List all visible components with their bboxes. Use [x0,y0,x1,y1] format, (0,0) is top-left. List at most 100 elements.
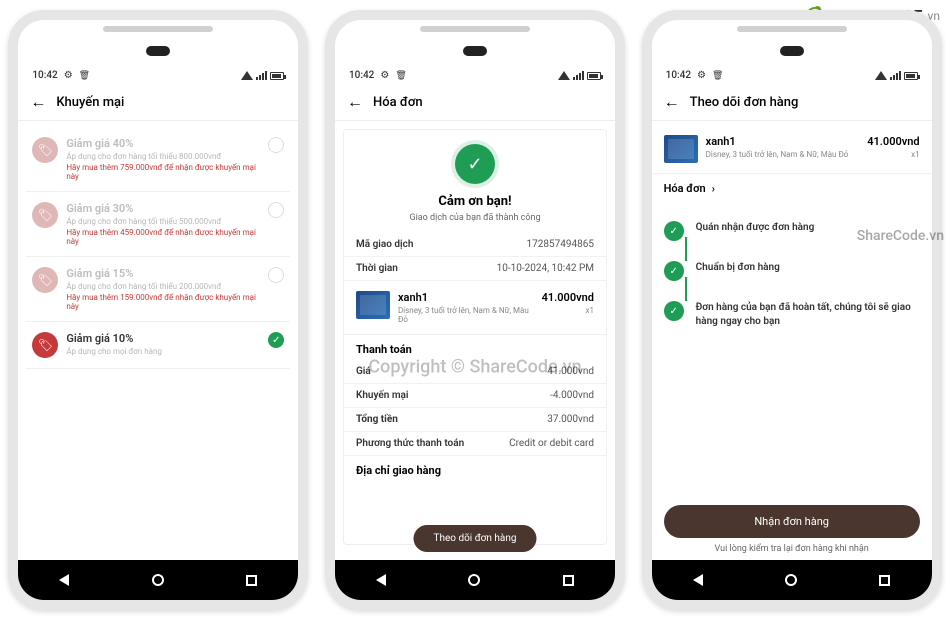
value: 10-10-2024, 10:42 PM [497,263,594,274]
product-thumbnail [356,291,390,319]
wifi-icon [875,71,887,80]
promo-item[interactable]: 🏷 Giảm giá 10% Áp dụng cho mọi đơn hàng … [26,322,290,369]
battery-icon [587,72,601,80]
nav-recent-button[interactable] [563,575,574,586]
phone-mockup-promotions: 10:42⚙🗑 ← Khuyến mại 🏷 Giảm giá 40% Áp d… [8,10,308,610]
nav-back-button[interactable] [693,574,703,586]
timeline-step: ✓ Đơn hàng của bạn đã hoàn tất, chúng tô… [664,291,920,339]
section-title: Địa chỉ giao hàng [344,456,606,481]
kv-row: Thời gian 10-10-2024, 10:42 PM [344,257,606,281]
settings-icon: ⚙ [64,70,73,81]
phone-mockup-tracking: 10:42 ⚙ 🗑 ← Theo dõi đơn hàng xanh1 Disney… [642,10,942,610]
receipt-card: ✓ Cảm ơn bạn! Giao dịch của bạn đã thành… [343,129,607,545]
android-nav-bar [652,560,932,600]
promo-subtitle: Áp dụng cho đơn hàng tối thiểu 200.000vn… [66,282,260,291]
promo-warning: Hãy mua thêm 159.000vnđ để nhận được khu… [66,293,260,311]
trash-icon: 🗑 [712,71,723,81]
product-row: xanh1 Disney, 3 tuổi trở lên, Nam & Nữ, … [652,125,932,174]
trash-icon: 🗑 [79,71,90,81]
nav-back-button[interactable] [376,574,386,586]
kv-row: Giá41.000vnd [344,360,606,384]
nav-home-button[interactable] [785,574,797,586]
promo-title: Giảm giá 10% [66,332,260,345]
signal-icon [890,71,901,80]
radio-unchecked-icon[interactable] [268,202,284,218]
product-qty: x1 [867,150,919,159]
product-desc: Disney, 3 tuổi trở lên, Nam & Nữ, Màu Đỏ [706,150,860,159]
chevron-right-icon: › [712,182,715,195]
tag-icon: 🏷 [32,332,58,358]
product-name: xanh1 [398,291,534,304]
label: Thời gian [356,263,398,274]
android-nav-bar [335,560,615,600]
step-done-icon: ✓ [664,301,684,321]
settings-icon: ⚙ [380,70,389,81]
wifi-icon [558,71,570,80]
radio-unchecked-icon[interactable] [268,137,284,153]
app-bar: ← Hóa đơn [335,84,615,121]
status-time: 10:42 [349,70,374,81]
battery-icon [270,72,284,80]
page-title: Hóa đơn [373,95,423,110]
promo-item[interactable]: 🏷 Giảm giá 30% Áp dụng cho đơn hàng tối … [26,192,290,257]
nav-home-button[interactable] [468,574,480,586]
radio-unchecked-icon[interactable] [268,267,284,283]
page-title: Theo dõi đơn hàng [690,95,799,110]
status-bar: 10:42 ⚙ 🗑 [652,66,932,85]
success-check-icon: ✓ [455,144,495,184]
receive-order-button[interactable]: Nhận đơn hàng [664,505,920,538]
trash-icon: 🗑 [395,71,406,81]
promo-subtitle: Áp dụng cho đơn hàng tối thiểu 500.000vn… [66,217,260,226]
promo-title: Giảm giá 40% [66,137,260,150]
order-timeline: ✓ Quán nhận được đơn hàng ✓ Chuẩn bị đơn… [652,207,932,351]
promo-item[interactable]: 🏷 Giảm giá 40% Áp dụng cho đơn hàng tối … [26,127,290,192]
receive-note: Vui lòng kiểm tra lại đơn hàng khi nhận [652,544,932,554]
product-qty: x1 [542,306,594,315]
app-bar: ← Khuyến mại [18,84,298,121]
promo-item[interactable]: 🏷 Giảm giá 15% Áp dụng cho đơn hàng tối … [26,257,290,322]
status-bar: 10:42⚙🗑 [18,66,298,85]
nav-back-button[interactable] [59,574,69,586]
back-icon[interactable]: ← [347,94,363,110]
step-done-icon: ✓ [664,221,684,241]
label: Mã giao dịch [356,239,413,250]
nav-recent-button[interactable] [246,575,257,586]
back-icon[interactable]: ← [664,94,680,110]
value: 172857494865 [527,239,594,250]
app-bar: ← Theo dõi đơn hàng [652,84,932,121]
product-thumbnail [664,135,698,163]
kv-row: Phương thức thanh toánCredit or debit ca… [344,432,606,456]
timeline-step: ✓ Quán nhận được đơn hàng [664,211,920,251]
promo-subtitle: Áp dụng cho mọi đơn hàng [66,347,260,356]
success-subtitle: Giao dịch của bạn đã thành công [344,213,606,223]
settings-icon: ⚙ [697,70,706,81]
battery-icon [904,72,918,80]
timeline-step: ✓ Chuẩn bị đơn hàng [664,251,920,291]
tag-icon: 🏷 [32,137,58,163]
tag-icon: 🏷 [32,267,58,293]
nav-home-button[interactable] [152,574,164,586]
promo-warning: Hãy mua thêm 759.000vnđ để nhận được khu… [66,163,260,181]
status-time: 10:42 [666,70,691,81]
kv-row: Tổng tiền37.000vnd [344,408,606,432]
back-icon[interactable]: ← [30,94,46,110]
promo-list: 🏷 Giảm giá 40% Áp dụng cho đơn hàng tối … [18,121,298,375]
section-title: Thanh toán [344,335,606,360]
signal-icon [256,71,267,80]
promo-subtitle: Áp dụng cho đơn hàng tối thiểu 800.000vn… [66,152,260,161]
radio-checked-icon[interactable]: ✓ [268,332,284,348]
product-row: xanh1 Disney, 3 tuổi trở lên, Nam & Nữ, … [344,281,606,335]
invoice-link[interactable]: Hóa đơn › [652,174,932,203]
promo-title: Giảm giá 30% [66,202,260,215]
promo-title: Giảm giá 15% [66,267,260,280]
signal-icon [573,71,584,80]
product-name: xanh1 [706,135,860,148]
nav-recent-button[interactable] [879,575,890,586]
android-nav-bar [18,560,298,600]
phone-mockup-invoice: 10:42 ⚙ 🗑 ← Hóa đơn ✓ Cảm ơn bạn! Giao dịc… [325,10,625,610]
product-price: 41.000vnd [867,135,919,148]
kv-row: Khuyến mại-4.000vnd [344,384,606,408]
step-done-icon: ✓ [664,261,684,281]
track-order-button[interactable]: Theo dõi đơn hàng [413,525,536,552]
tag-icon: 🏷 [32,202,58,228]
